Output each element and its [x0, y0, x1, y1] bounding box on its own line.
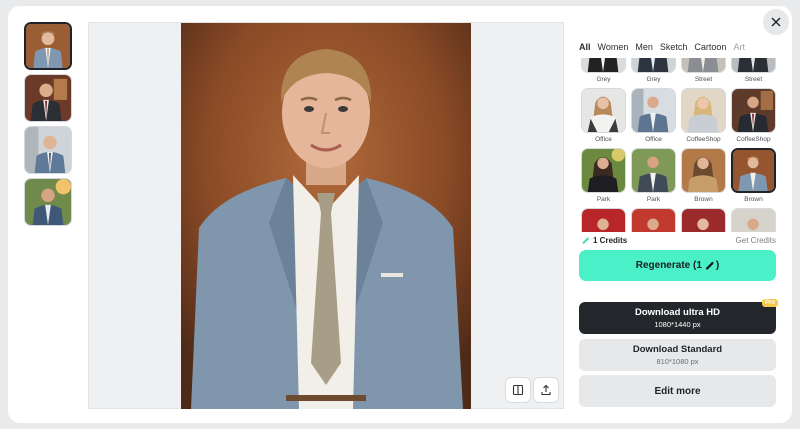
style-label: Grey: [646, 76, 661, 83]
tab-sketch[interactable]: Sketch: [660, 42, 688, 52]
style-tile[interactable]: Grey: [581, 58, 626, 84]
style-grid: Grey Grey Street Street Office Office Co…: [579, 58, 779, 232]
style-label: Street: [744, 76, 763, 83]
tab-all[interactable]: All: [579, 42, 591, 52]
edit-more-label: Edit more: [654, 385, 701, 397]
tab-women[interactable]: Women: [598, 42, 629, 52]
style-tile[interactable]: [731, 208, 776, 232]
style-category-tabs: All Women Men Sketch Cartoon Art: [579, 42, 745, 52]
style-tile[interactable]: Brown: [681, 148, 726, 204]
compare-button[interactable]: [505, 377, 531, 403]
regenerate-close-paren: ): [715, 260, 720, 271]
headshot-image: [181, 23, 471, 409]
tab-men[interactable]: Men: [635, 42, 653, 52]
style-label: CoffeeShop: [736, 136, 771, 143]
preview-canvas: [88, 22, 564, 409]
close-button[interactable]: [763, 9, 789, 35]
style-tile[interactable]: [581, 208, 626, 232]
thumbnail-4[interactable]: [24, 178, 72, 226]
style-tile[interactable]: CoffeeShop: [731, 88, 776, 144]
style-label: CoffeeShop: [686, 136, 721, 143]
download-hd-title: Download ultra HD: [635, 307, 720, 318]
thumbnail-2[interactable]: [24, 74, 72, 122]
style-label: Street: [694, 76, 713, 83]
style-label: Office: [595, 136, 612, 143]
share-button[interactable]: [533, 377, 559, 403]
credits-row: 1 Credits Get Credits: [581, 236, 776, 245]
style-tile[interactable]: Office: [631, 88, 676, 144]
download-ultra-hd-button[interactable]: Download ultra HD 1080*1440 px Pro: [579, 299, 778, 334]
credit-icon: [582, 237, 589, 244]
style-tile[interactable]: Grey: [631, 58, 676, 84]
download-standard-button[interactable]: Download Standard 810*1080 px: [579, 339, 776, 371]
style-tile-selected[interactable]: Brown: [731, 148, 776, 204]
style-label: Park: [646, 196, 661, 203]
credits-amount: 1 Credits: [593, 236, 628, 245]
style-tile[interactable]: Park: [631, 148, 676, 204]
style-label: Brown: [694, 196, 713, 203]
style-tile[interactable]: Office: [581, 88, 626, 144]
thumbnail-1[interactable]: [24, 22, 72, 70]
style-label: Brown: [744, 196, 763, 203]
style-tile[interactable]: CoffeeShop: [681, 88, 726, 144]
style-label: Grey: [596, 76, 611, 83]
style-tile[interactable]: Park: [581, 148, 626, 204]
get-credits-link[interactable]: Get Credits: [736, 236, 776, 245]
download-standard-size: 810*1080 px: [656, 357, 699, 366]
credit-icon: [705, 261, 714, 270]
download-standard-title: Download Standard: [632, 344, 723, 355]
compare-icon: [512, 384, 524, 396]
edit-more-button[interactable]: Edit more: [579, 375, 776, 407]
close-icon: [771, 17, 781, 27]
regenerate-label: Regenerate (1: [635, 260, 702, 271]
style-tile[interactable]: [681, 208, 726, 232]
style-tile[interactable]: Street: [681, 58, 726, 84]
style-tile[interactable]: [631, 208, 676, 232]
share-icon: [541, 384, 551, 396]
tab-cartoon[interactable]: Cartoon: [694, 42, 726, 52]
style-label: Office: [645, 136, 662, 143]
tab-art[interactable]: Art: [733, 42, 745, 52]
style-label: Park: [596, 196, 611, 203]
result-thumbnails: [24, 22, 72, 230]
thumbnail-3[interactable]: [24, 126, 72, 174]
regenerate-button[interactable]: Regenerate (1 ): [579, 250, 776, 281]
pro-badge: Pro: [761, 299, 778, 307]
headshot-modal: All Women Men Sketch Cartoon Art Grey Gr…: [8, 6, 792, 423]
download-hd-size: 1080*1440 px: [654, 320, 701, 329]
style-tile[interactable]: Street: [731, 58, 776, 84]
